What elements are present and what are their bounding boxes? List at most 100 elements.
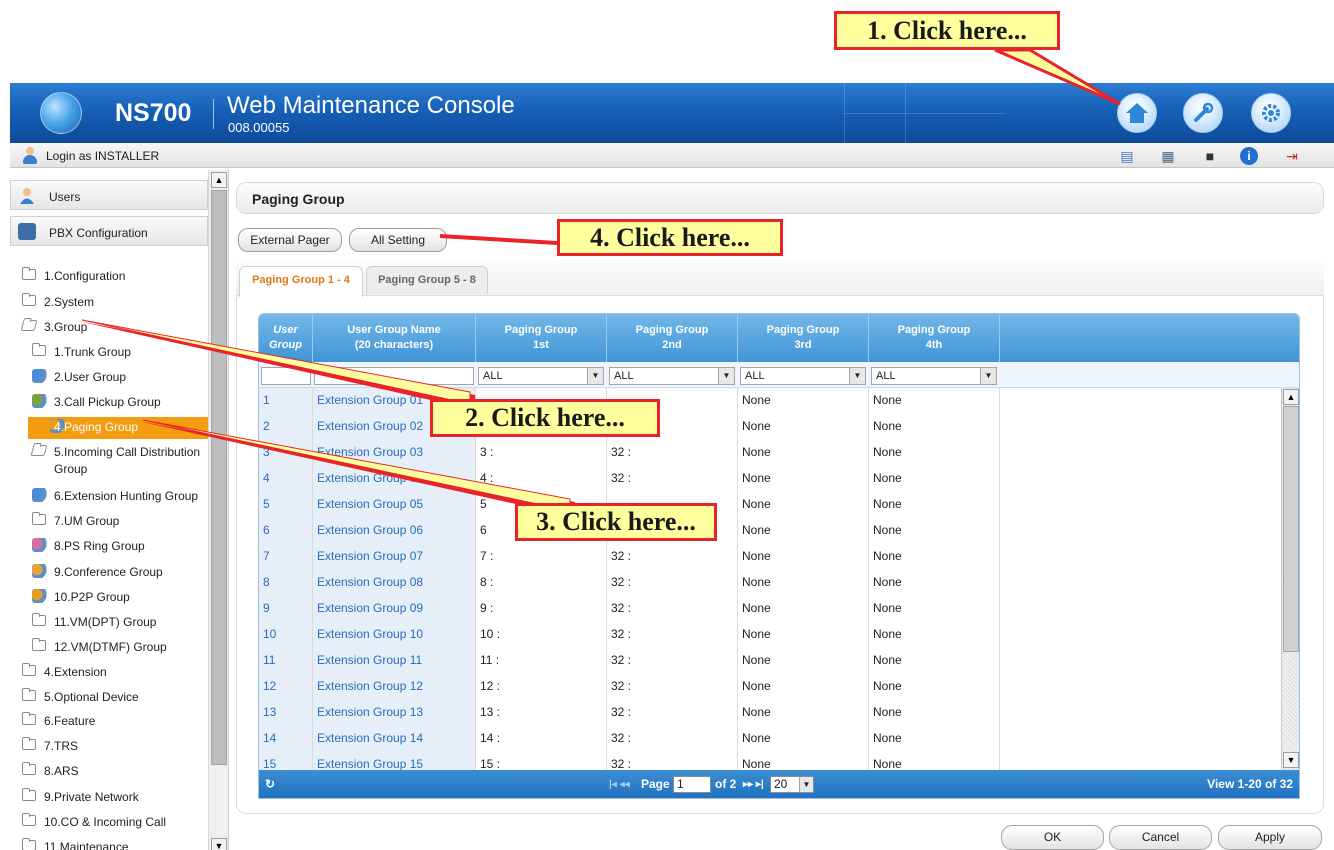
cell-group-number[interactable]: 9 — [259, 596, 313, 622]
cell-paging-4th[interactable]: None — [869, 570, 1000, 596]
cell-group-number[interactable]: 4 — [259, 466, 313, 492]
sidebar-users[interactable]: Users — [10, 180, 208, 210]
info-icon[interactable]: i — [1240, 147, 1258, 165]
filter-1st-select[interactable]: ALL ▼ — [478, 367, 604, 385]
directory-icon[interactable]: ▦ — [1158, 147, 1178, 165]
filter-name-input[interactable] — [314, 367, 474, 385]
col-paging-group-3rd[interactable]: Paging Group 3rd — [738, 314, 869, 362]
cell-paging-3rd[interactable]: None — [738, 726, 869, 752]
cell-group-name[interactable]: Extension Group 14 — [313, 726, 476, 752]
external-pager-button[interactable]: External Pager — [238, 228, 342, 252]
table-row[interactable]: 7 Extension Group 07 7 :32 : None None — [259, 544, 1000, 570]
cell-paging-3rd[interactable]: None — [738, 752, 869, 770]
cell-paging-3rd[interactable]: None — [738, 570, 869, 596]
cell-paging-4th[interactable]: None — [869, 674, 1000, 700]
cell-paging-2nd[interactable]: 32 : — [607, 622, 738, 648]
table-row[interactable]: 9 Extension Group 09 9 :32 : None None — [259, 596, 1000, 622]
cell-paging-1st[interactable]: 4 : — [476, 466, 607, 492]
cell-paging-2nd[interactable]: 32 : — [607, 648, 738, 674]
cell-paging-3rd[interactable]: None — [738, 648, 869, 674]
sidebar-item-8-ps-ring-group[interactable]: 8.PS Ring Group — [10, 536, 210, 556]
table-row[interactable]: 10 Extension Group 10 10 :32 : None None — [259, 622, 1000, 648]
table-row[interactable]: 14 Extension Group 14 14 :32 : None None — [259, 726, 1000, 752]
cell-paging-4th[interactable]: None — [869, 518, 1000, 544]
cancel-button[interactable]: Cancel — [1109, 825, 1212, 850]
cell-group-number[interactable]: 3 — [259, 440, 313, 466]
cell-group-name[interactable]: Extension Group 05 — [313, 492, 476, 518]
sidebar-scroll-thumb[interactable] — [211, 190, 227, 765]
cell-paging-1st[interactable]: 9 : — [476, 596, 607, 622]
table-row[interactable]: 3 Extension Group 03 3 :32 : None None — [259, 440, 1000, 466]
cell-group-name[interactable]: Extension Group 10 — [313, 622, 476, 648]
cell-paging-1st[interactable]: 8 : — [476, 570, 607, 596]
first-page-icon[interactable]: |◂ ◂◂ — [609, 779, 630, 790]
sidebar-item-9-private-network[interactable]: 9.Private Network — [10, 787, 210, 807]
page-size-select[interactable]: 20 ▼ — [770, 776, 814, 793]
cell-paging-4th[interactable]: None — [869, 726, 1000, 752]
sidebar-item-7-trs[interactable]: 7.TRS — [10, 736, 210, 756]
cell-paging-3rd[interactable]: None — [738, 700, 869, 726]
col-paging-group-4th[interactable]: Paging Group 4th — [869, 314, 1000, 362]
settings-button[interactable] — [1251, 93, 1291, 133]
cell-paging-4th[interactable]: None — [869, 544, 1000, 570]
sidebar-item-4-paging-group[interactable]: 4.Paging Group — [28, 417, 208, 439]
cell-group-number[interactable]: 11 — [259, 648, 313, 674]
table-row[interactable]: 11 Extension Group 11 11 :32 : None None — [259, 648, 1000, 674]
cell-group-number[interactable]: 1 — [259, 388, 313, 414]
cell-paging-2nd[interactable]: 32 : — [607, 466, 738, 492]
cell-group-number[interactable]: 7 — [259, 544, 313, 570]
sidebar-item-1-configuration[interactable]: 1.Configuration — [10, 266, 210, 286]
col-paging-group-1st[interactable]: Paging Group 1st — [476, 314, 607, 362]
sidebar-pbx-configuration[interactable]: PBX Configuration — [10, 216, 208, 246]
next-page-icon[interactable]: ▸▸ ▸| — [743, 779, 764, 790]
sidebar-item-9-conference-group[interactable]: 9.Conference Group — [10, 562, 210, 582]
scroll-down-icon[interactable]: ▼ — [211, 838, 227, 850]
cell-paging-4th[interactable]: None — [869, 440, 1000, 466]
cell-paging-2nd[interactable]: 32 : — [607, 544, 738, 570]
sidebar-item-10-p2p-group[interactable]: 10.P2P Group — [10, 587, 210, 607]
cell-paging-3rd[interactable]: None — [738, 388, 869, 414]
sidebar-item-5-optional-device[interactable]: 5.Optional Device — [10, 687, 210, 707]
cell-group-name[interactable]: Extension Group 08 — [313, 570, 476, 596]
cell-group-name[interactable]: Extension Group 09 — [313, 596, 476, 622]
table-scrollbar[interactable]: ▲ ▼ — [1281, 388, 1299, 770]
cell-group-name[interactable]: Extension Group 12 — [313, 674, 476, 700]
sidebar-item-11-vm-dpt-group[interactable]: 11.VM(DPT) Group — [10, 612, 210, 632]
tab-paging-group-1-4[interactable]: Paging Group 1 - 4 — [239, 266, 363, 297]
refresh-icon[interactable]: ↻ — [265, 777, 275, 791]
ok-button[interactable]: OK — [1001, 825, 1104, 850]
cell-paging-3rd[interactable]: None — [738, 622, 869, 648]
cell-paging-4th[interactable]: None — [869, 596, 1000, 622]
cell-paging-4th[interactable]: None — [869, 700, 1000, 726]
cell-group-name[interactable]: Extension Group 03 — [313, 440, 476, 466]
cell-paging-2nd[interactable]: 32 : — [607, 726, 738, 752]
cell-paging-3rd[interactable]: None — [738, 414, 869, 440]
cell-group-number[interactable]: 5 — [259, 492, 313, 518]
col-paging-group-2nd[interactable]: Paging Group 2nd — [607, 314, 738, 362]
sidebar-item-11-maintenance[interactable]: 11.Maintenance — [10, 837, 210, 850]
cell-paging-2nd[interactable]: 32 : — [607, 700, 738, 726]
scroll-up-icon[interactable]: ▲ — [1283, 389, 1299, 405]
cell-paging-3rd[interactable]: None — [738, 596, 869, 622]
filter-4th-select[interactable]: ALL ▼ — [871, 367, 997, 385]
cell-group-name[interactable]: Extension Group 06 — [313, 518, 476, 544]
tools-button[interactable] — [1183, 93, 1223, 133]
all-setting-button[interactable]: All Setting — [349, 228, 447, 252]
sidebar-item-incoming-call-distribution-group[interactable]: 5.Incoming Call Distribution Group — [10, 442, 210, 482]
sidebar-scrollbar[interactable]: ▲ ▼ — [208, 170, 228, 850]
home-button[interactable] — [1117, 93, 1157, 133]
sidebar-item-3-group[interactable]: 3.Group — [10, 317, 210, 337]
cell-paging-4th[interactable]: None — [869, 466, 1000, 492]
sidebar-item-1-trunk-group[interactable]: 1.Trunk Group — [10, 342, 210, 362]
cell-paging-4th[interactable]: None — [869, 752, 1000, 770]
cell-group-name[interactable]: Extension Group 11 — [313, 648, 476, 674]
cell-group-number[interactable]: 14 — [259, 726, 313, 752]
cell-paging-1st[interactable]: 3 : — [476, 440, 607, 466]
cell-paging-1st[interactable]: 7 : — [476, 544, 607, 570]
cell-paging-2nd[interactable]: 32 : — [607, 440, 738, 466]
cell-paging-1st[interactable]: 12 : — [476, 674, 607, 700]
cell-group-number[interactable]: 13 — [259, 700, 313, 726]
logout-icon[interactable]: ⇥ — [1282, 147, 1302, 165]
cell-paging-2nd[interactable]: 32 : — [607, 570, 738, 596]
cell-group-name[interactable]: Extension Group 15 — [313, 752, 476, 770]
